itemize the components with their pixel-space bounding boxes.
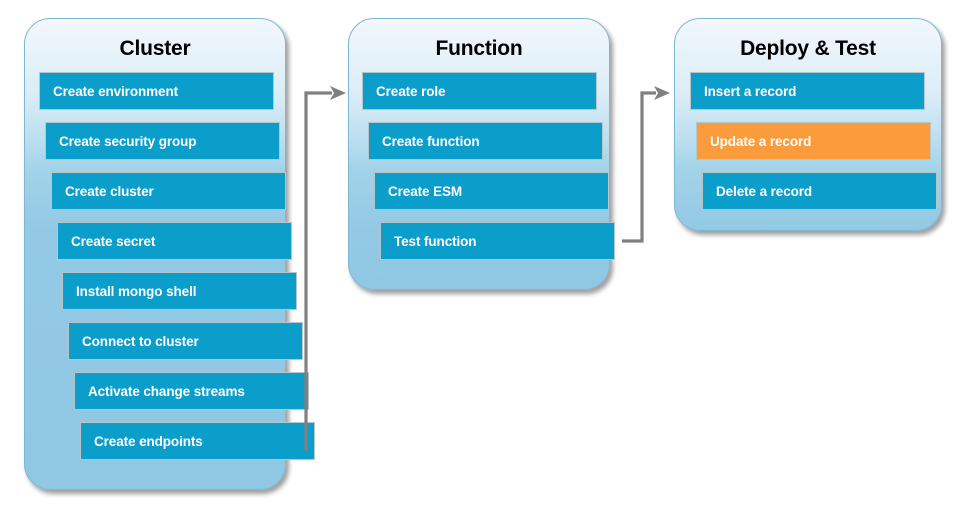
step-label: Create cluster (65, 183, 154, 199)
step-label: Connect to cluster (82, 333, 199, 349)
arrowhead-icon (654, 86, 670, 100)
step-connect-to-cluster[interactable]: Connect to cluster (68, 322, 303, 360)
connector-line (304, 91, 332, 451)
step-create-function[interactable]: Create function (368, 122, 603, 160)
step-create-security-group[interactable]: Create security group (45, 122, 280, 160)
connector-function-to-deploy-test (620, 86, 680, 251)
step-label: Create ESM (388, 183, 463, 199)
step-label: Insert a record (704, 83, 797, 99)
step-label: Install mongo shell (76, 283, 197, 299)
step-create-role[interactable]: Create role (362, 72, 597, 110)
connector-cluster-to-function (296, 86, 356, 456)
connector-line (622, 91, 656, 243)
step-label: Create secret (71, 233, 156, 249)
column-title-function: Function (435, 37, 523, 60)
diagram-canvas: Cluster Create environment Create securi… (0, 0, 965, 505)
step-label: Create function (382, 133, 480, 149)
step-delete-a-record[interactable]: Delete a record (702, 172, 937, 210)
step-insert-a-record[interactable]: Insert a record (690, 72, 925, 110)
step-activate-change-streams[interactable]: Activate change streams (74, 372, 309, 410)
step-label: Test function (394, 233, 477, 249)
step-label: Update a record (710, 133, 812, 149)
step-create-environment[interactable]: Create environment (39, 72, 274, 110)
column-title-deploy-test: Deploy & Test (740, 37, 876, 60)
step-install-mongo-shell[interactable]: Install mongo shell (62, 272, 297, 310)
arrowhead-icon (330, 86, 346, 100)
step-update-a-record[interactable]: Update a record (696, 122, 931, 160)
step-label: Create environment (53, 83, 178, 99)
step-create-cluster[interactable]: Create cluster (51, 172, 286, 210)
step-label: Create role (376, 83, 446, 99)
step-label: Delete a record (716, 183, 813, 199)
column-title-cluster: Cluster (119, 37, 191, 60)
step-create-secret[interactable]: Create secret (57, 222, 292, 260)
step-create-endpoints[interactable]: Create endpoints (80, 422, 315, 460)
step-label: Create security group (59, 133, 197, 149)
step-label: Activate change streams (88, 383, 245, 399)
step-label: Create endpoints (94, 433, 203, 449)
step-create-esm[interactable]: Create ESM (374, 172, 609, 210)
step-test-function[interactable]: Test function (380, 222, 615, 260)
